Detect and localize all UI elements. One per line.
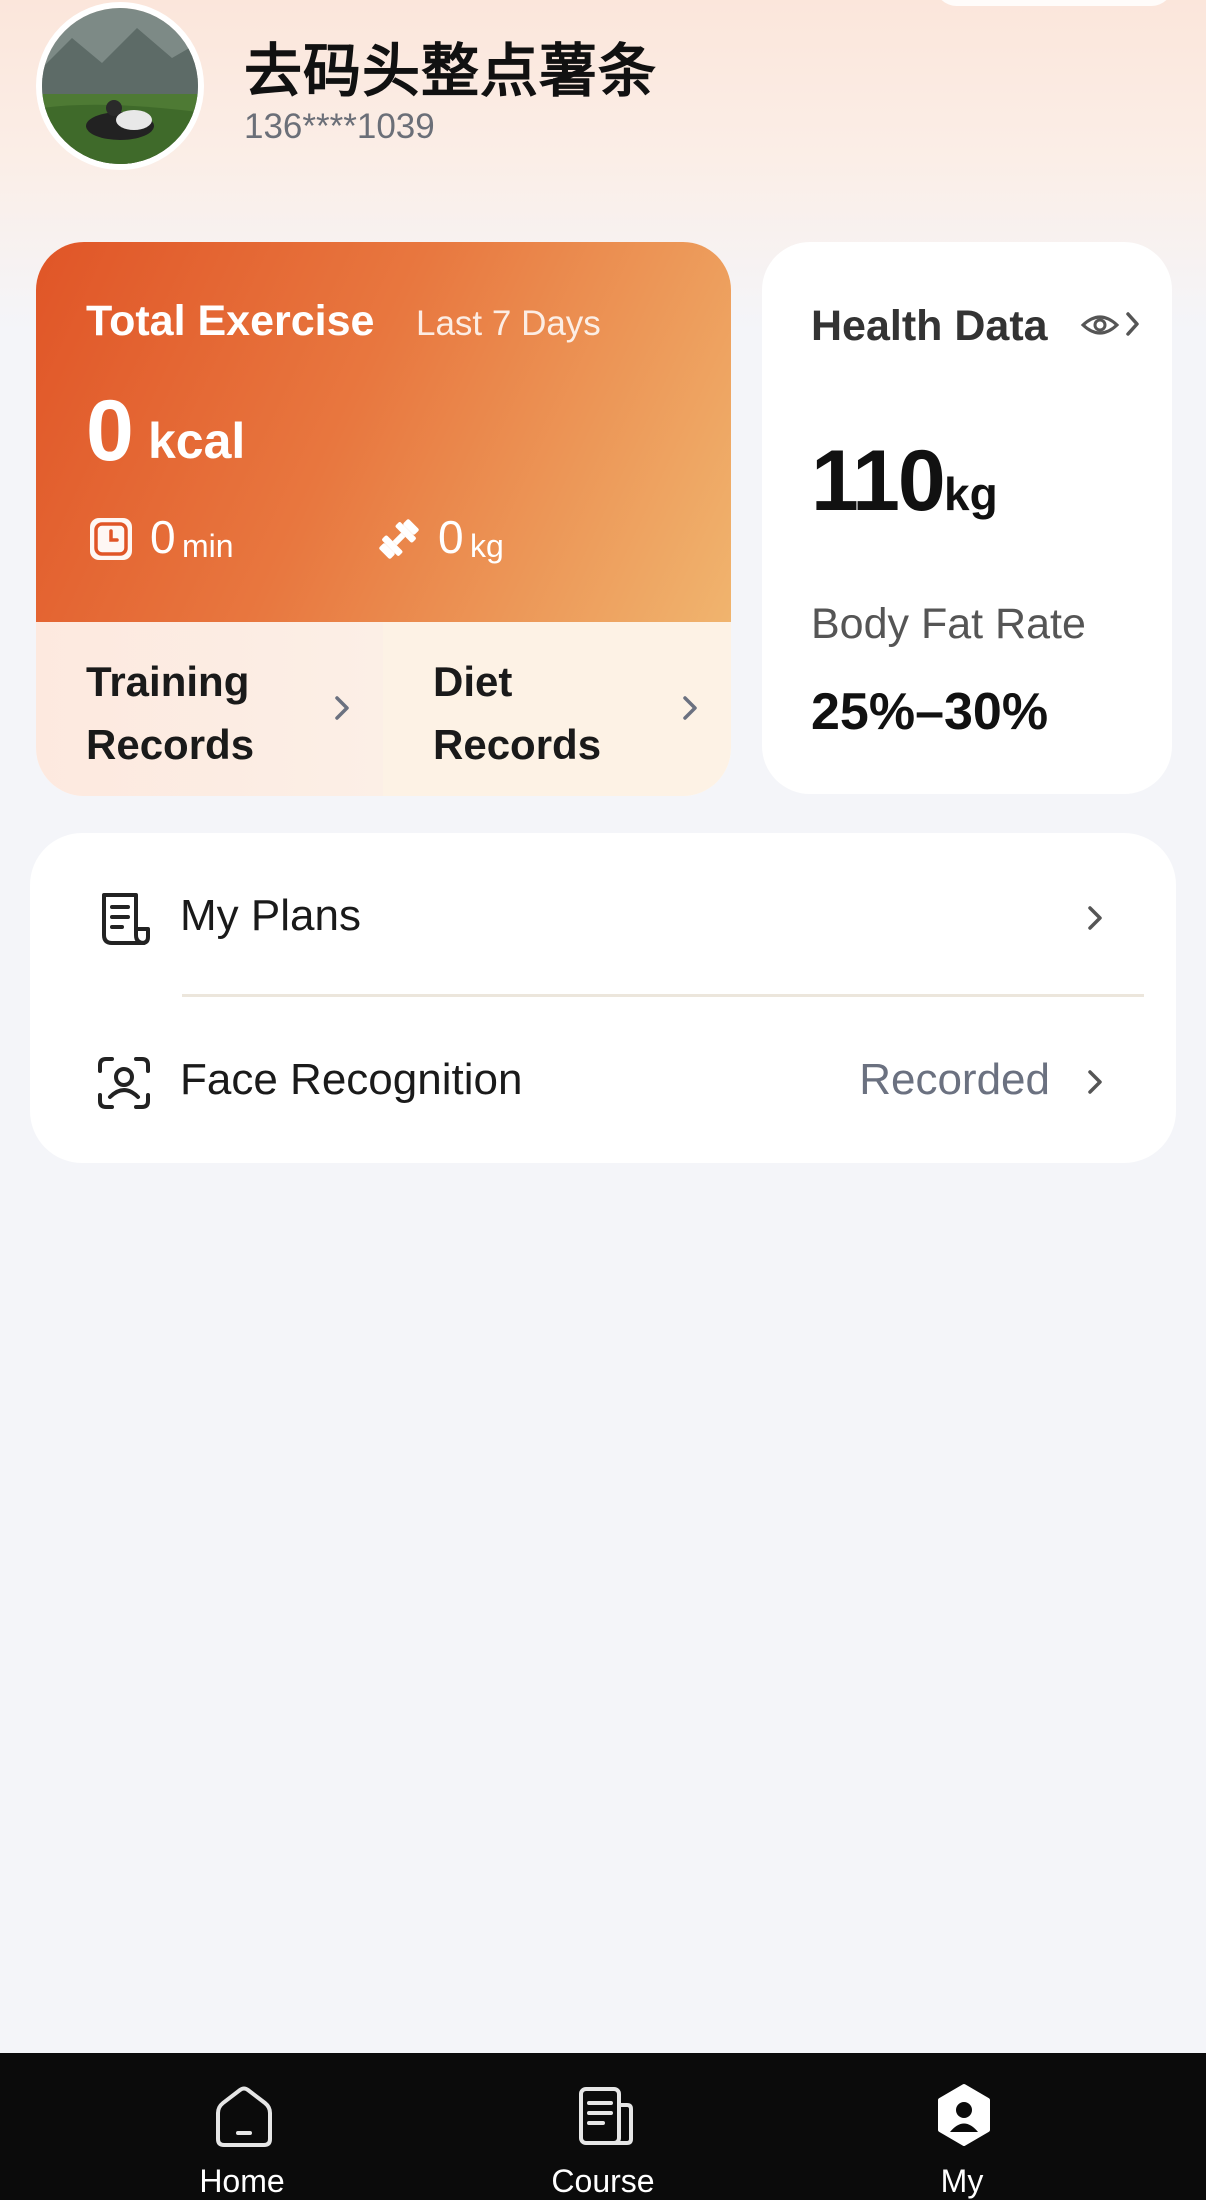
tab-label: Course: [551, 2163, 655, 2199]
diet-records-button[interactable]: Diet Records: [383, 622, 731, 796]
clock-icon: [90, 518, 132, 560]
health-data-card[interactable]: Health Data 110 kg Body Fat Rate 25%–30%: [762, 242, 1172, 794]
course-icon: [579, 2087, 633, 2145]
top-action-pill[interactable]: [934, 0, 1174, 6]
face-scan-icon: [98, 1057, 150, 1109]
body-fat-value: 25%–30%: [811, 683, 1049, 741]
tab-label: My: [940, 2163, 984, 2199]
weight-value: 110: [811, 433, 946, 529]
menu-item-label: My Plans: [180, 891, 361, 940]
phone-number: 136****1039: [244, 107, 435, 146]
tab-label: Home: [199, 2163, 285, 2199]
divider: [182, 994, 1144, 997]
chevron-right-icon: [683, 696, 697, 720]
duration-value: 0: [150, 511, 176, 563]
menu-item-label: Face Recognition: [180, 1055, 523, 1104]
body-fat-label: Body Fat Rate: [811, 600, 1086, 648]
my-page: 去码头整点薯条 136****1039 Total Exercise Last …: [0, 0, 1206, 2053]
weight-lifted-unit: kg: [470, 528, 504, 564]
weight-unit: kg: [944, 468, 998, 520]
diet-records-label: Diet Records: [433, 658, 602, 768]
menu-item-face-recognition[interactable]: Face Recognition Recorded: [30, 1001, 1176, 1161]
calories-value: 0: [86, 383, 134, 479]
tab-home[interactable]: Home: [112, 2053, 372, 2200]
weight-lifted-value: 0: [438, 511, 464, 563]
chevron-right-icon: [1088, 1070, 1102, 1094]
health-data-title: Health Data: [811, 302, 1048, 350]
avatar[interactable]: [36, 2, 204, 170]
document-icon: [102, 893, 150, 945]
duration-unit: min: [182, 528, 234, 564]
face-recognition-status: Recorded: [859, 1055, 1050, 1104]
chevron-right-icon: [335, 696, 349, 720]
total-exercise-card: Total Exercise Last 7 Days 0 kcal 0 min: [36, 242, 731, 796]
dumbbell-icon: [379, 519, 419, 559]
training-records-button[interactable]: Training Records: [36, 622, 383, 796]
eye-icon[interactable]: [1080, 310, 1120, 340]
chevron-right-icon: [1088, 906, 1102, 930]
bottom-tab-bar: Home Course My: [0, 2053, 1206, 2200]
profile-icon: [938, 2084, 990, 2146]
exercise-title: Total Exercise: [86, 297, 375, 345]
exercise-summary[interactable]: Total Exercise Last 7 Days 0 kcal 0 min: [36, 242, 731, 622]
calories-unit: kcal: [148, 413, 246, 469]
exercise-period: Last 7 Days: [416, 304, 601, 343]
username: 去码头整点薯条: [244, 37, 658, 105]
menu-item-my-plans[interactable]: My Plans: [30, 837, 1176, 997]
chevron-right-icon: [1126, 312, 1139, 336]
tab-my[interactable]: My: [832, 2053, 1092, 2200]
tab-course[interactable]: Course: [473, 2053, 733, 2200]
home-icon: [216, 2086, 272, 2147]
menu-list: My Plans Face Recognition Recorded: [30, 833, 1176, 1163]
training-records-label: Training Records: [86, 658, 255, 768]
